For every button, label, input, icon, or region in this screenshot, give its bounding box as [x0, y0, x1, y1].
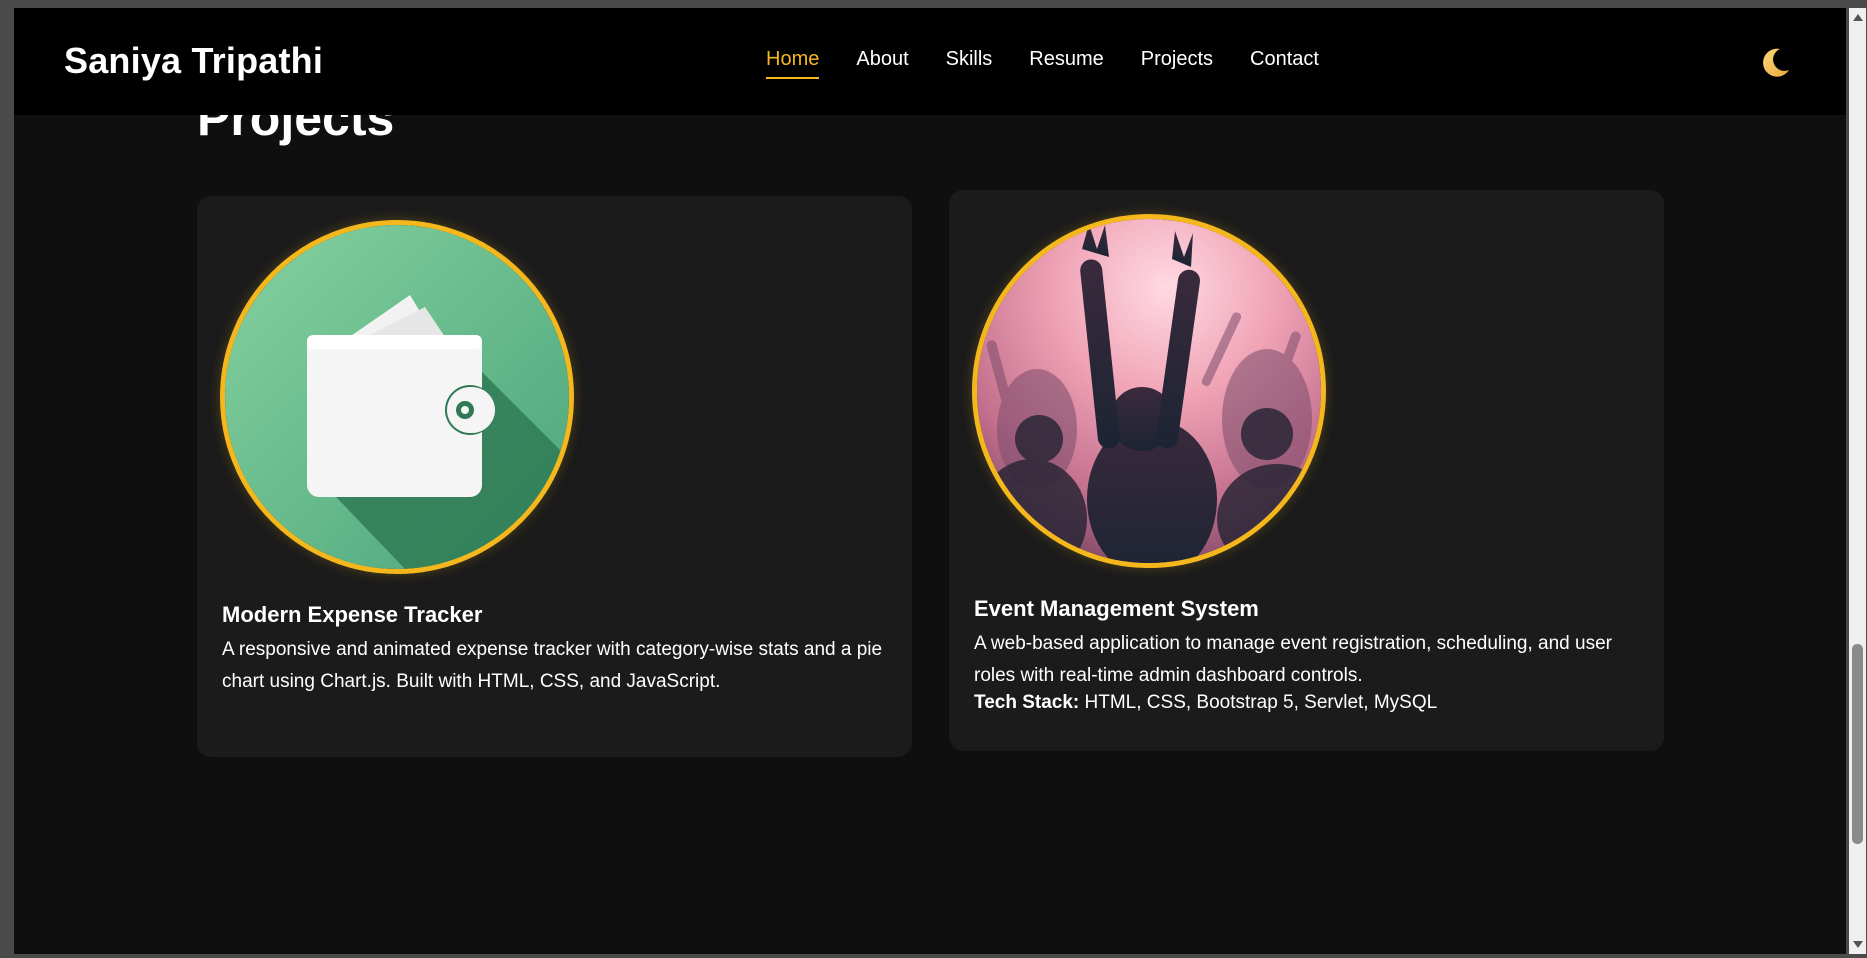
project-description: A responsive and animated expense tracke…	[222, 639, 883, 692]
page-frame: Projects Saniya Tripathi Home About Skil…	[14, 8, 1846, 954]
concert-crowd-photo	[972, 214, 1326, 568]
scroll-up-arrow-icon[interactable]	[1853, 14, 1863, 21]
brand-name[interactable]: Saniya Tripathi	[64, 40, 323, 82]
tech-stack-label: Tech Stack:	[974, 692, 1080, 713]
project-tech-stack: Tech Stack: HTML, CSS, Bootstrap 5, Serv…	[974, 692, 1437, 714]
scroll-thumb[interactable]	[1852, 644, 1863, 844]
nav-link-about[interactable]: About	[856, 48, 908, 79]
project-card-event-management[interactable]: Event Management System A web-based appl…	[949, 190, 1664, 751]
navbar: Saniya Tripathi Home About Skills Resume…	[14, 8, 1846, 115]
nav-link-contact[interactable]: Contact	[1250, 48, 1319, 79]
nav-links: Home About Skills Resume Projects Contac…	[766, 48, 1356, 79]
crescent-moon-icon[interactable]	[1758, 44, 1794, 80]
nav-link-home[interactable]: Home	[766, 48, 820, 79]
project-card-expense-tracker[interactable]: Modern Expense Tracker A responsive and …	[197, 196, 912, 757]
project-title: Modern Expense Tracker	[222, 602, 483, 627]
tech-stack-value: HTML, CSS, Bootstrap 5, Servlet, MySQL	[1084, 692, 1438, 713]
nav-link-projects[interactable]: Projects	[1141, 48, 1213, 79]
wallet-icon	[220, 220, 574, 574]
vertical-scrollbar[interactable]	[1849, 8, 1866, 954]
scroll-down-arrow-icon[interactable]	[1853, 941, 1863, 948]
nav-link-skills[interactable]: Skills	[946, 48, 993, 79]
nav-link-resume[interactable]: Resume	[1029, 48, 1103, 79]
project-title: Event Management System	[974, 596, 1259, 621]
project-description: A web-based application to manage event …	[974, 633, 1612, 686]
